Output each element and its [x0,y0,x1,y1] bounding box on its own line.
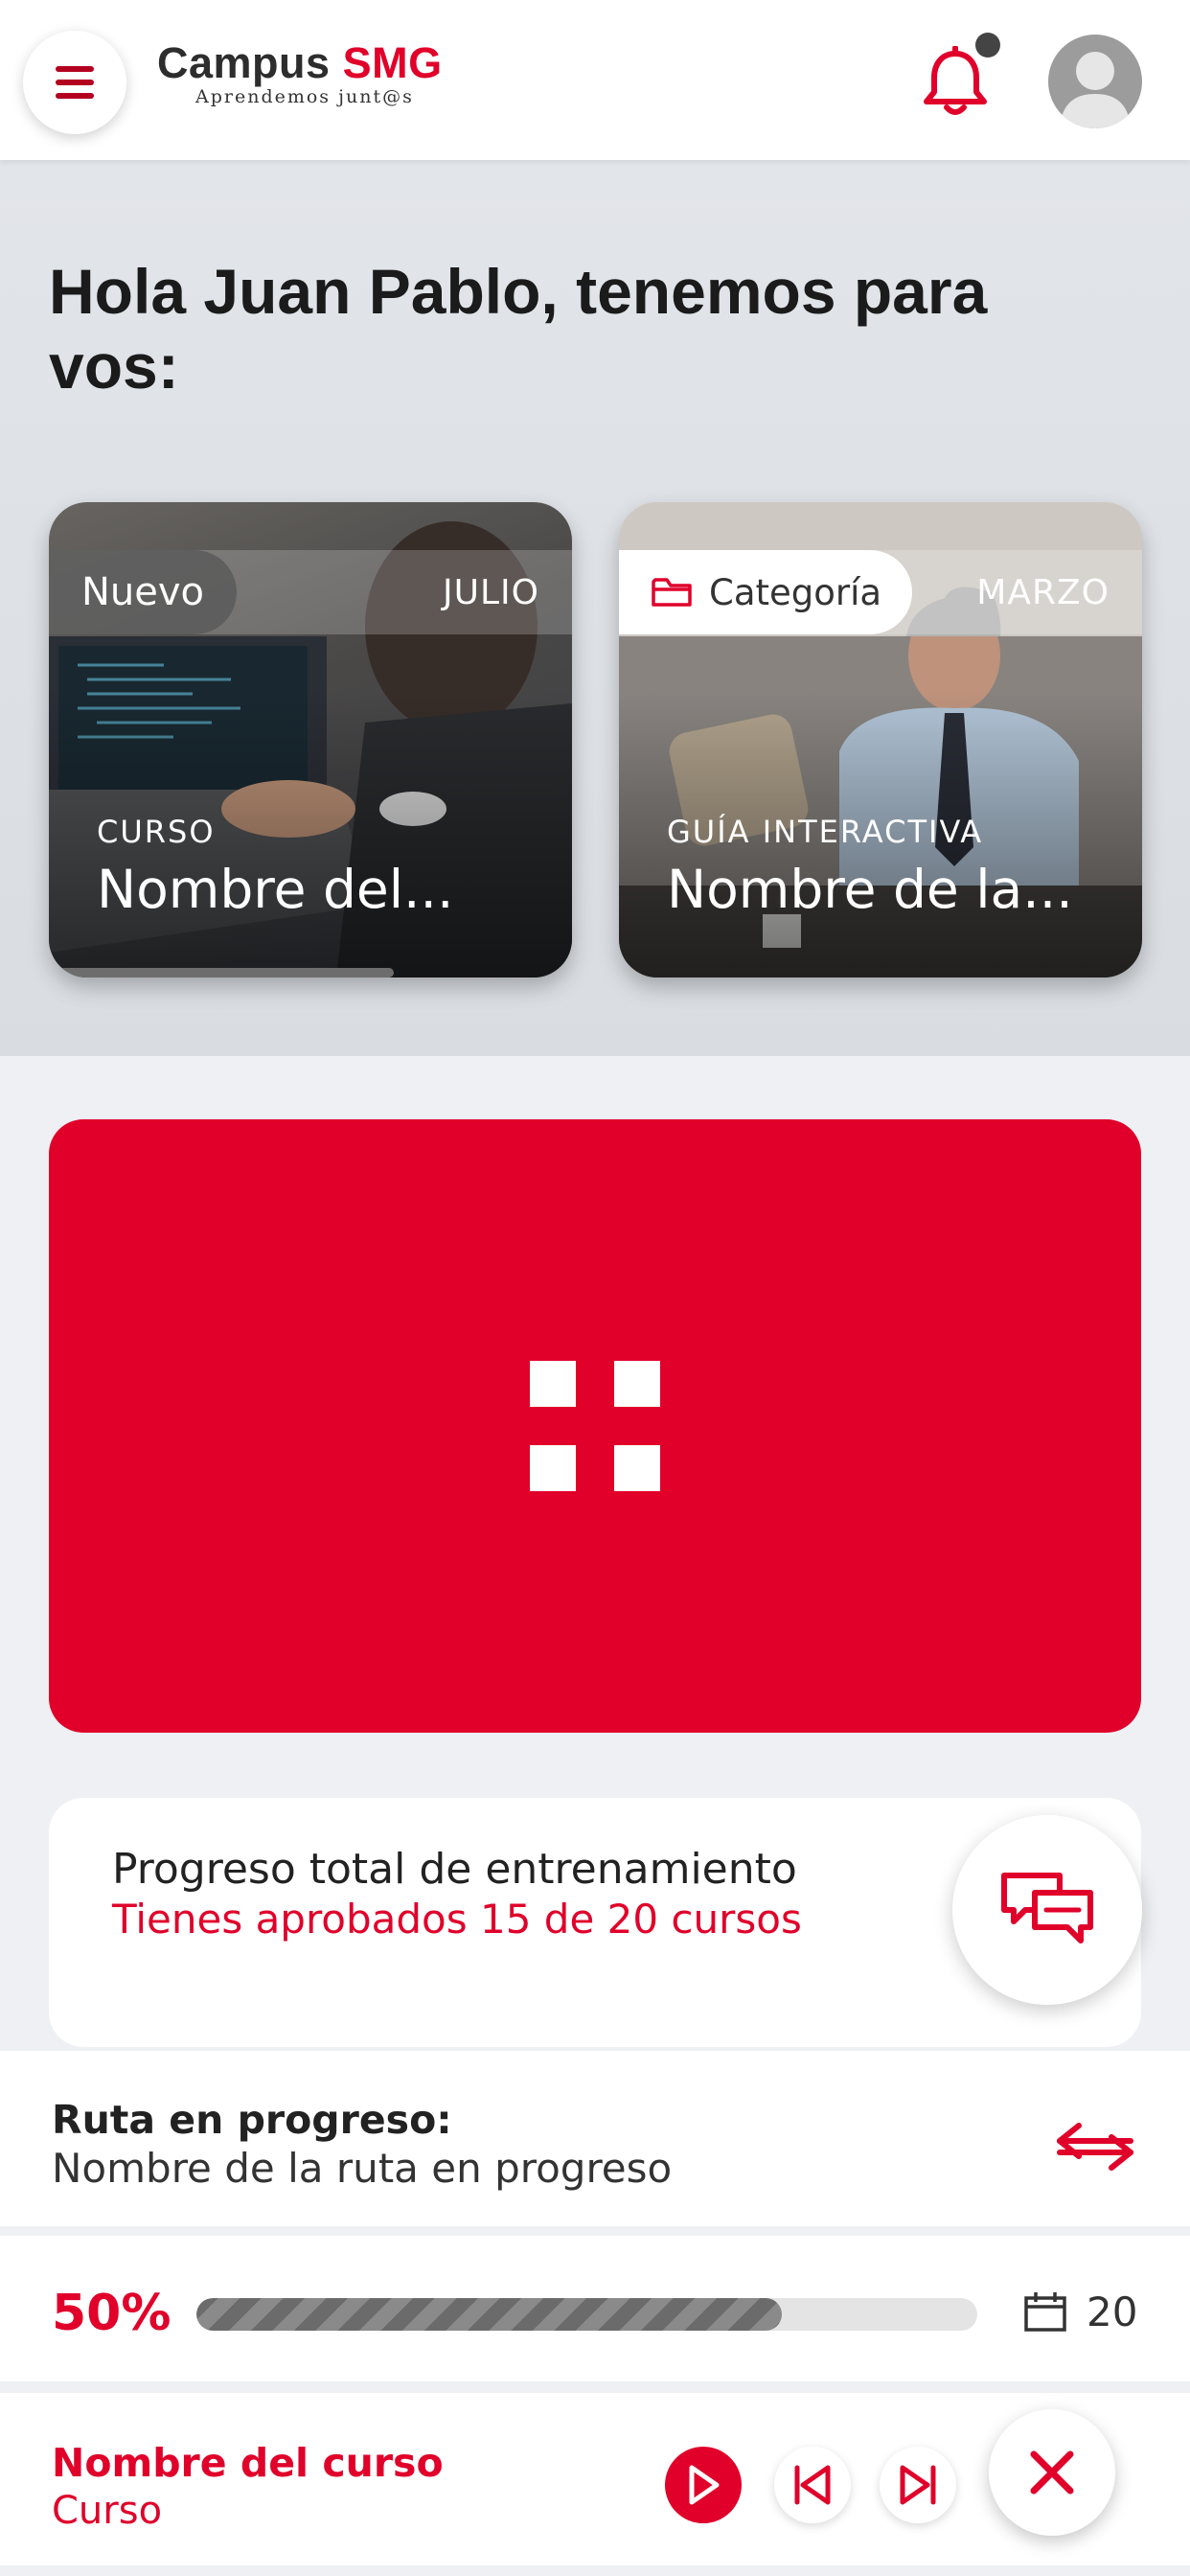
notification-dot [975,33,1000,58]
folder-icon [652,578,692,607]
card-title: Nombre del... [97,859,454,920]
avatar-icon [1060,52,1131,128]
chat-button[interactable] [952,1815,1142,2005]
skip-back-icon [794,2465,831,2505]
category-label: Categoría [709,571,882,613]
logo-brand: SMG [342,38,443,87]
content-card-course[interactable]: Nuevo JULIO CURSO Nombre del... [49,502,572,978]
content-card-guide[interactable]: Categoría MARZO GUÍA INTERACTIVA Nombre … [619,502,1142,978]
card-title: Nombre de la... [667,859,1073,920]
progress-track [196,2298,977,2331]
close-icon [1030,2450,1074,2495]
progress-title: Progreso total de entrenamiento [112,1845,797,1894]
menu-button[interactable] [23,31,126,134]
next-button[interactable] [880,2447,956,2523]
chat-icon [1001,1873,1093,1944]
progress-percent: 50% [52,2285,172,2342]
course-type: Curso [52,2489,163,2533]
card-type: CURSO [97,814,216,850]
bell-icon[interactable] [918,46,993,121]
logo-text: Campus [157,38,331,87]
skip-forward-icon [900,2465,936,2505]
close-button[interactable] [989,2409,1115,2536]
route-label: Ruta en progreso: [52,2097,452,2143]
card-type: GUÍA INTERACTIVA [667,814,984,850]
swap-arrows-icon[interactable] [1054,2118,1136,2175]
play-button[interactable] [665,2447,742,2523]
avatar[interactable] [1048,34,1142,128]
greeting-title: Hola Juan Pablo, tenemos para vos: [49,256,988,402]
card-month: JULIO [443,572,539,612]
route-name: Nombre de la ruta en progreso [52,2145,673,2192]
new-badge: Nuevo [49,550,238,634]
campus-smg-logo: Campus SMG Aprendemos junt@s [157,38,443,107]
logo-tagline: Aprendemos junt@s [195,86,414,107]
card-month: MARZO [976,572,1110,612]
featured-banner[interactable] [49,1119,1141,1733]
menu-icon [56,66,94,99]
grid-icon [530,1361,660,1491]
days-count: 20 [1087,2288,1138,2335]
course-name: Nombre del curso [52,2440,444,2486]
progress-subtitle: Tienes aprobados 15 de 20 cursos [112,1896,802,1943]
card-progress-bar [49,968,394,978]
category-badge[interactable]: Categoría [619,550,913,634]
previous-button[interactable] [774,2447,851,2523]
app-header: Campus SMG Aprendemos junt@s [0,0,1190,160]
play-icon [689,2465,720,2505]
calendar-icon [1024,2292,1066,2332]
progress-fill [196,2298,783,2331]
